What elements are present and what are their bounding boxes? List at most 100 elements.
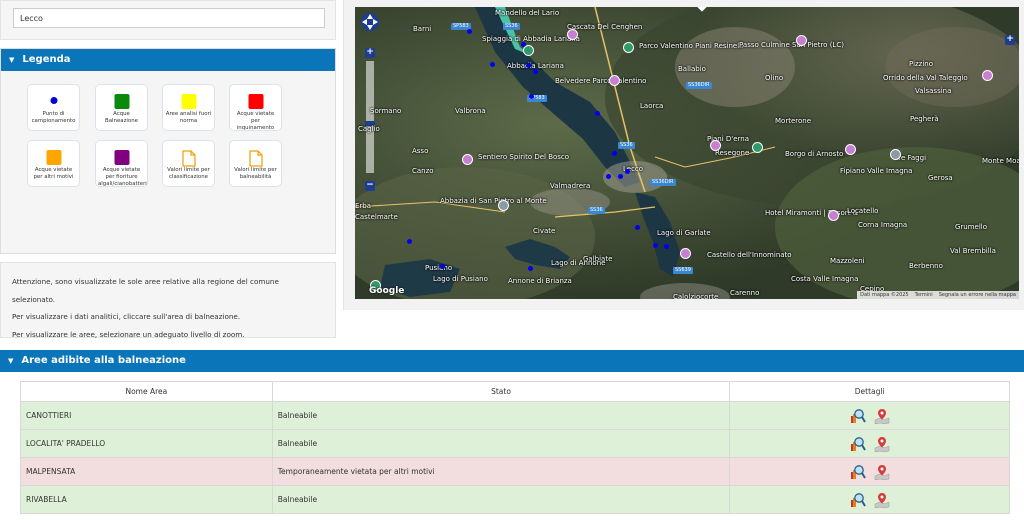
color-swatch-icon	[46, 150, 61, 165]
area-details-cell	[729, 429, 1010, 458]
map-poi-icon[interactable]	[845, 144, 856, 155]
sampling-point-marker[interactable]	[529, 94, 534, 99]
map-place-label: Castello dell'Innominato	[707, 251, 792, 259]
sampling-point-marker[interactable]	[625, 169, 630, 174]
zoom-in-button[interactable]: +	[365, 48, 375, 58]
note-zoom: Per visualizzare le aree, selezionare un…	[12, 329, 245, 339]
search-panel	[0, 0, 336, 40]
map-poi-icon[interactable]	[498, 200, 509, 211]
magnifier-detail-icon[interactable]	[850, 464, 866, 480]
legend-item-label: Acque Balneazione	[105, 111, 138, 124]
col-stato: Stato	[271, 381, 731, 402]
sampling-point-marker[interactable]	[440, 264, 445, 269]
color-swatch-icon	[181, 94, 196, 109]
map-poi-icon[interactable]	[623, 42, 634, 53]
map-place-label: Costa Valle Imagna	[791, 275, 859, 283]
zoom-slider[interactable]	[365, 61, 375, 173]
map-place-label: Asso	[412, 147, 429, 155]
map-place-label: Lago di Pusiano	[433, 275, 488, 283]
map-poi-icon[interactable]	[828, 210, 839, 221]
table-row[interactable]: CANOTTIERI Balneabile	[20, 401, 1010, 430]
map-locate-icon[interactable]	[874, 492, 890, 508]
map-place-label: Barni	[413, 25, 432, 33]
sampling-point-marker[interactable]	[664, 244, 669, 249]
map-place-label: Belvedere Parco Valentino	[555, 77, 647, 85]
document-icon	[181, 150, 196, 167]
legend-item: Punto di campionamento	[27, 84, 80, 131]
col-nome-area: Nome Area	[20, 381, 273, 402]
map-poi-icon[interactable]	[462, 154, 473, 165]
legend-item[interactable]: Valori limite per balneabilità	[229, 140, 282, 187]
magnifier-detail-icon[interactable]	[850, 408, 866, 424]
layer-switcher-button[interactable]: +	[1005, 35, 1015, 45]
map-place-label: Valmadrera	[550, 182, 591, 190]
map-poi-icon[interactable]	[710, 140, 721, 151]
map-place-label: Hotel Miramonti | Resort &	[765, 209, 859, 217]
magnifier-detail-icon[interactable]	[850, 492, 866, 508]
map-place-label: Parco Valentino Piani Resinelli	[639, 42, 744, 50]
legend-title: Legenda	[22, 54, 71, 65]
table-row[interactable]: LOCALITA' PRADELLO Balneabile	[20, 429, 1010, 458]
map-report-link[interactable]: Segnala un errore nella mappa	[939, 292, 1016, 298]
map-poi-icon[interactable]	[752, 142, 763, 153]
sampling-point-marker[interactable]	[606, 174, 611, 179]
map-locate-icon[interactable]	[874, 436, 890, 452]
pan-arrows-icon[interactable]	[360, 11, 380, 33]
map-poi-icon[interactable]	[982, 70, 993, 81]
map-place-label: Caglio	[358, 125, 380, 133]
map-place-label: Pizzino	[909, 60, 934, 68]
map-place-label: Resegone	[715, 149, 750, 157]
map-terms-link[interactable]: Termini	[915, 292, 933, 298]
legend-item[interactable]: Valori limite per classificazione	[162, 140, 215, 187]
map-poi-icon[interactable]	[567, 29, 578, 40]
area-details-cell	[729, 401, 1010, 430]
sampling-point-marker[interactable]	[595, 111, 600, 116]
map-locate-icon[interactable]	[874, 408, 890, 424]
sampling-point-marker[interactable]	[618, 174, 623, 179]
sampling-point-marker[interactable]	[521, 42, 526, 47]
sampling-point-marker[interactable]	[635, 225, 640, 230]
sampling-point-icon	[50, 97, 57, 104]
area-details-cell	[729, 485, 1010, 514]
sampling-point-marker[interactable]	[526, 63, 531, 68]
comune-search-input[interactable]	[13, 8, 325, 28]
table-header-row: Nome Area Stato Dettagli	[20, 381, 1010, 402]
map-place-label: Cascata Del Cenghen	[567, 23, 643, 31]
map-place-label: Abbazia di San Pietro al Monte	[440, 197, 547, 205]
table-row[interactable]: RIVABELLA Balneabile	[20, 485, 1010, 514]
legend-header[interactable]: ▼ Legenda	[1, 49, 335, 71]
legend-item-label: Aree analisi fuori norma	[165, 111, 212, 124]
legend-panel: ▼ Legenda Punto di campionamento Acque Bal…	[0, 48, 336, 254]
legend-item: Aree analisi fuori norma	[162, 84, 215, 131]
map-place-label: Erba	[355, 202, 372, 210]
sampling-point-marker[interactable]	[467, 29, 472, 34]
area-name-cell: MALPENSATA	[20, 457, 273, 486]
sampling-point-marker[interactable]	[528, 266, 533, 271]
legend-item: Acque vietate per inquinamento	[229, 84, 282, 131]
road-shield: SS36	[618, 142, 635, 149]
map-place-label: Carenno	[730, 289, 760, 297]
sampling-point-marker[interactable]	[653, 243, 658, 248]
sampling-point-marker[interactable]	[407, 239, 412, 244]
aree-title: Aree adibite alla balneazione	[21, 355, 186, 366]
zoom-out-button[interactable]: −	[365, 181, 375, 191]
map-locate-icon[interactable]	[874, 464, 890, 480]
map-poi-icon[interactable]	[609, 75, 620, 86]
map-place-label: Corna Imagna	[858, 221, 908, 229]
table-row[interactable]: MALPENSATA Temporaneamente vietata per al…	[20, 457, 1010, 486]
aree-header[interactable]: ▼ Aree adibite alla balneazione	[0, 350, 1024, 372]
map-poi-icon[interactable]	[796, 35, 807, 46]
color-swatch-icon	[114, 150, 129, 165]
map-poi-icon[interactable]	[680, 248, 691, 259]
map-place-label: Sormano	[370, 107, 402, 115]
magnifier-detail-icon[interactable]	[850, 436, 866, 452]
map-place-label: Val Brembilla	[950, 247, 996, 255]
satellite-map[interactable]: + − + Barni Spiaggia di Abbadia Lariana Ab…	[355, 7, 1019, 299]
road-shield: SS36	[503, 23, 520, 30]
sampling-point-marker[interactable]	[533, 69, 538, 74]
legend-item: Acque vietate per altri motivi	[27, 140, 80, 187]
color-swatch-icon	[114, 94, 129, 109]
sampling-point-marker[interactable]	[612, 151, 617, 156]
sampling-point-marker[interactable]	[490, 62, 495, 67]
map-poi-icon[interactable]	[890, 149, 901, 160]
